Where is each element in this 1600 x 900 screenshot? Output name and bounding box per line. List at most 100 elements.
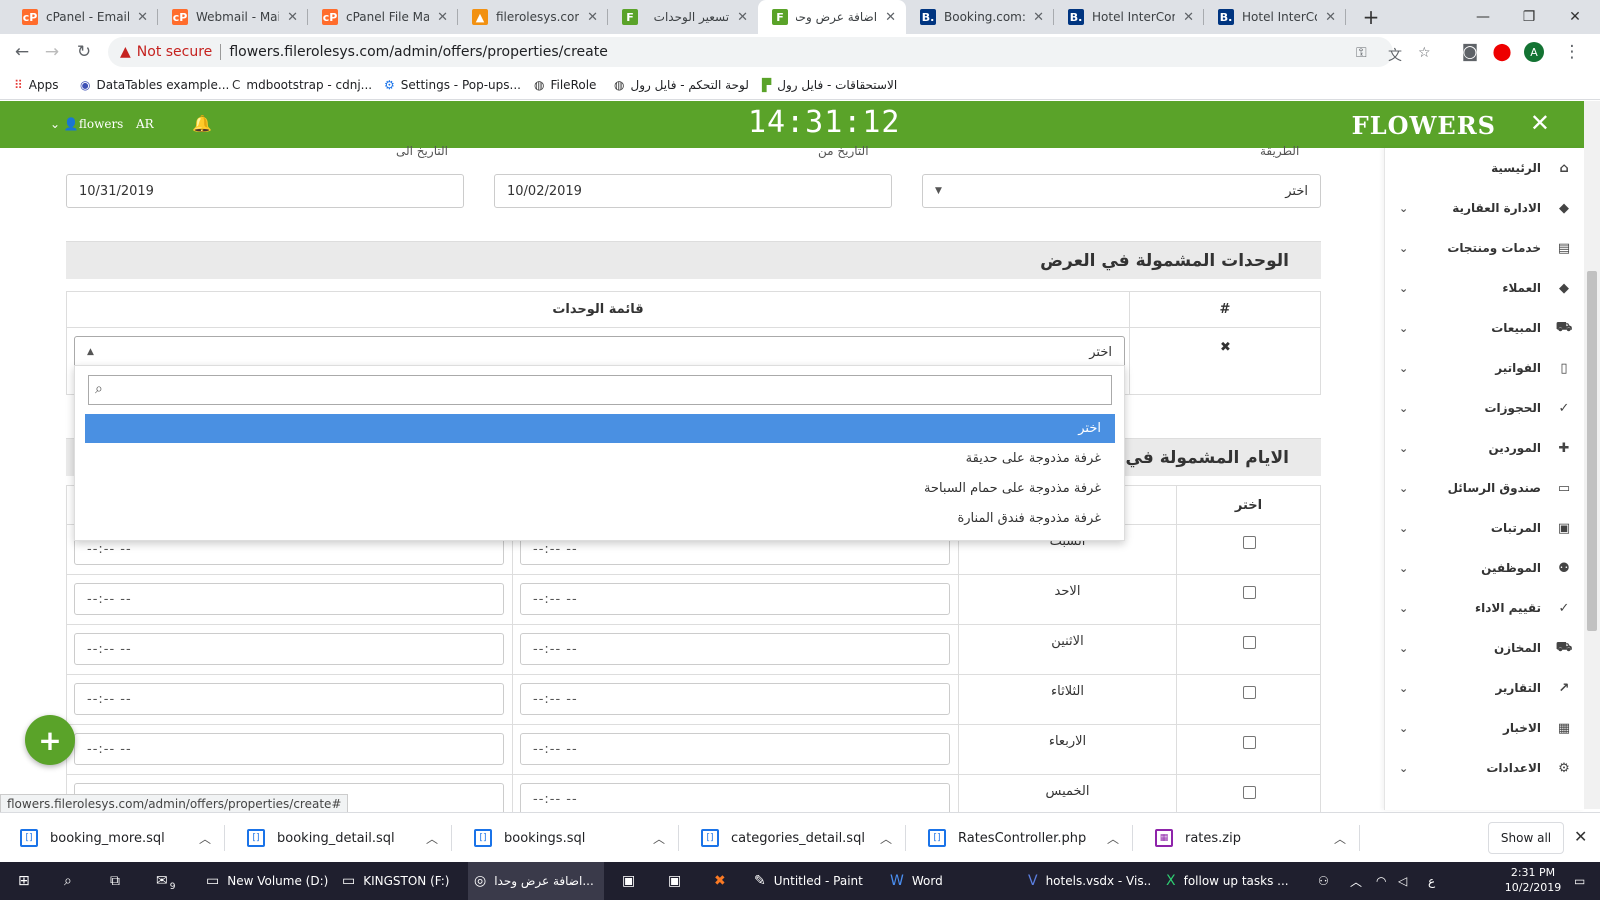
date-from-input[interactable]: 10/02/2019 xyxy=(494,174,892,208)
taskbar-item[interactable]: W Word xyxy=(884,862,1014,900)
browser-tab[interactable]: B. Hotel InterConti ✕ xyxy=(1054,0,1204,34)
unit-option[interactable]: غرفة مذدوجة على حمام السباحة xyxy=(85,474,1115,503)
language-switch[interactable]: AR xyxy=(136,117,154,131)
notifications-icon[interactable]: ▭ xyxy=(1574,862,1585,900)
reload-icon[interactable]: ↻ xyxy=(70,38,98,66)
user-menu[interactable]: ⌄ 👤flowers xyxy=(50,117,123,131)
sidebar-item[interactable]: ▤ خدمات ومنتجات ⌄ xyxy=(1385,228,1585,268)
taskbar-item[interactable]: ✎ Untitled - Paint xyxy=(748,862,876,900)
browser-tab[interactable]: ▲ filerolesys.com / ✕ xyxy=(458,0,608,34)
download-item[interactable]: [] RatesController.php ︿ xyxy=(908,813,1133,863)
browser-tab[interactable]: B. Booking.com: Ho ✕ xyxy=(906,0,1054,34)
close-tab-icon[interactable]: ✕ xyxy=(587,10,598,25)
sidebar-item[interactable]: ✚ الموردين ⌄ xyxy=(1385,428,1585,468)
unit-option[interactable]: غرفة مذدوجة فندق المنارة xyxy=(85,504,1115,533)
time-to-input[interactable]: --:-- -- xyxy=(520,633,950,665)
time-from-input[interactable]: --:-- -- xyxy=(74,633,504,665)
sidebar-item[interactable]: ▣ المرتبات ⌄ xyxy=(1385,508,1585,548)
taskbar-item[interactable]: ▭ KINGSTON (F:) xyxy=(336,862,464,900)
add-floating-button[interactable]: + xyxy=(25,715,75,765)
unit-search-input[interactable]: ⌕ xyxy=(88,375,1112,405)
unit-option[interactable]: اختر xyxy=(85,414,1115,443)
day-checkbox[interactable] xyxy=(1243,786,1256,799)
close-tab-icon[interactable]: ✕ xyxy=(437,10,448,25)
bookmark-item[interactable]: ⚙ Settings - Pop-ups... xyxy=(384,76,521,94)
page-scrollbar[interactable] xyxy=(1584,101,1600,809)
time-to-input[interactable]: --:-- -- xyxy=(520,783,950,815)
taskbar-item[interactable]: ▣ xyxy=(662,862,698,900)
close-tab-icon[interactable]: ✕ xyxy=(737,10,748,25)
day-checkbox[interactable] xyxy=(1243,686,1256,699)
day-checkbox[interactable] xyxy=(1243,636,1256,649)
close-tab-icon[interactable]: ✕ xyxy=(885,10,896,25)
extension-icon[interactable]: ⬤ xyxy=(1488,38,1516,66)
chevron-up-icon[interactable]: ︿ xyxy=(653,830,665,847)
taskbar-item[interactable]: ⊞ xyxy=(12,862,42,900)
sidebar-item[interactable]: ▭ صندوق الرسائل ⌄ xyxy=(1385,468,1585,508)
close-tab-icon[interactable]: ✕ xyxy=(1033,10,1044,25)
back-icon[interactable]: ← xyxy=(8,38,36,66)
taskbar-item[interactable]: ⌕ xyxy=(58,862,88,900)
sidebar-item[interactable]: ◆ الادارة العقارية ⌄ xyxy=(1385,188,1585,228)
people-icon[interactable]: ⚇ xyxy=(1318,862,1329,900)
bookmark-item[interactable]: ◍ لوحة التحكم - فايل رول xyxy=(614,76,749,94)
browser-tab[interactable]: cP cPanel File Mana ✕ xyxy=(308,0,458,34)
tray-clock[interactable]: 2:31 PM 10/2/2019 xyxy=(1500,865,1566,895)
taskbar-item[interactable]: ▣ xyxy=(616,862,652,900)
bookmark-item[interactable]: ▛ الاستحقاقات - فايل رول xyxy=(762,76,897,94)
browser-tab[interactable]: F اضافة عرض وحدا ✕ xyxy=(758,0,906,34)
sidebar-item[interactable]: ▯ الفواتير ⌄ xyxy=(1385,348,1585,388)
sidebar-item[interactable]: ⛟ المخازن ⌄ xyxy=(1385,628,1585,668)
bookmark-item[interactable]: ◍ FileRole xyxy=(534,76,596,94)
download-item[interactable]: [] booking_detail.sql ︿ xyxy=(227,813,452,863)
download-item[interactable]: ▦ rates.zip ︿ xyxy=(1135,813,1360,863)
time-from-input[interactable]: --:-- -- xyxy=(74,683,504,715)
sidebar-item[interactable]: ✓ تقييم الاداء ⌄ xyxy=(1385,588,1585,628)
browser-tab[interactable]: B. Hotel InterConti ✕ xyxy=(1204,0,1346,34)
taskbar-item[interactable]: Xfollow up tasks ... xyxy=(1160,862,1300,900)
profile-avatar[interactable]: A xyxy=(1520,38,1548,66)
time-to-input[interactable]: --:-- -- xyxy=(520,733,950,765)
taskbar-item[interactable]: ◎ اضافة عرض وحدا... xyxy=(468,862,604,900)
not-secure-label[interactable]: Not secure xyxy=(137,44,213,60)
scrollbar-thumb[interactable] xyxy=(1587,271,1597,631)
sidebar-item[interactable]: ↗ التقارير ⌄ xyxy=(1385,668,1585,708)
restore-window-icon[interactable]: ❐ xyxy=(1506,0,1552,34)
time-to-input[interactable]: --:-- -- xyxy=(520,583,950,615)
volume-icon[interactable]: ◁ xyxy=(1398,862,1407,900)
date-to-input[interactable]: 10/31/2019 xyxy=(66,174,464,208)
sidebar-item[interactable]: ⛟ المبيعات ⌄ xyxy=(1385,308,1585,348)
close-sidebar-icon[interactable]: ✕ xyxy=(1530,109,1550,137)
bookmark-item[interactable]: Cmdbootstrap - cdnj... xyxy=(232,76,372,94)
bookmark-item[interactable]: ⠿ Apps xyxy=(14,76,59,94)
browser-tab[interactable]: cP Webmail - Main ✕ xyxy=(158,0,308,34)
remove-row-icon[interactable]: ✖ xyxy=(1220,340,1231,355)
unit-select[interactable]: ▲ اختر xyxy=(74,336,1125,368)
type-select[interactable]: ▼ اختر xyxy=(922,174,1321,208)
close-tab-icon[interactable]: ✕ xyxy=(137,10,148,25)
close-downloads-icon[interactable]: ✕ xyxy=(1574,827,1587,846)
wifi-icon[interactable]: ◠ xyxy=(1376,862,1386,900)
input-language[interactable]: ع xyxy=(1428,862,1435,900)
taskbar-item[interactable]: Vhotels.vsdx - Vis... xyxy=(1022,862,1152,900)
close-tab-icon[interactable]: ✕ xyxy=(1183,10,1194,25)
url-text[interactable]: flowers.filerolesys.com/admin/offers/pro… xyxy=(229,44,608,60)
new-tab-button[interactable]: + xyxy=(1346,0,1396,34)
sidebar-item[interactable]: ⚙ الاعدادات ⌄ xyxy=(1385,748,1585,788)
close-tab-icon[interactable]: ✕ xyxy=(1325,10,1336,25)
taskbar-item[interactable]: ✖ xyxy=(708,862,744,900)
sidebar-item[interactable]: ⌂ الرئيسية xyxy=(1385,148,1585,188)
forward-icon[interactable]: → xyxy=(38,38,66,66)
translate-icon[interactable]: 文 xyxy=(1388,45,1402,65)
close-tab-icon[interactable]: ✕ xyxy=(287,10,298,25)
chevron-up-icon[interactable]: ︿ xyxy=(1107,830,1119,847)
unit-option[interactable]: غرفة مذدوجة على حديقة xyxy=(85,444,1115,473)
minimize-window-icon[interactable]: — xyxy=(1460,0,1506,34)
bookmark-item[interactable]: ◉ DataTables example... xyxy=(80,76,229,94)
chevron-up-icon[interactable]: ︿ xyxy=(1334,830,1346,847)
sidebar-item[interactable]: ▦ الاخبار ⌄ xyxy=(1385,708,1585,748)
chevron-up-icon[interactable]: ︿ xyxy=(880,830,892,847)
time-to-input[interactable]: --:-- -- xyxy=(520,683,950,715)
star-icon[interactable]: ☆ xyxy=(1418,45,1431,61)
chevron-up-icon[interactable]: ︿ xyxy=(199,830,211,847)
